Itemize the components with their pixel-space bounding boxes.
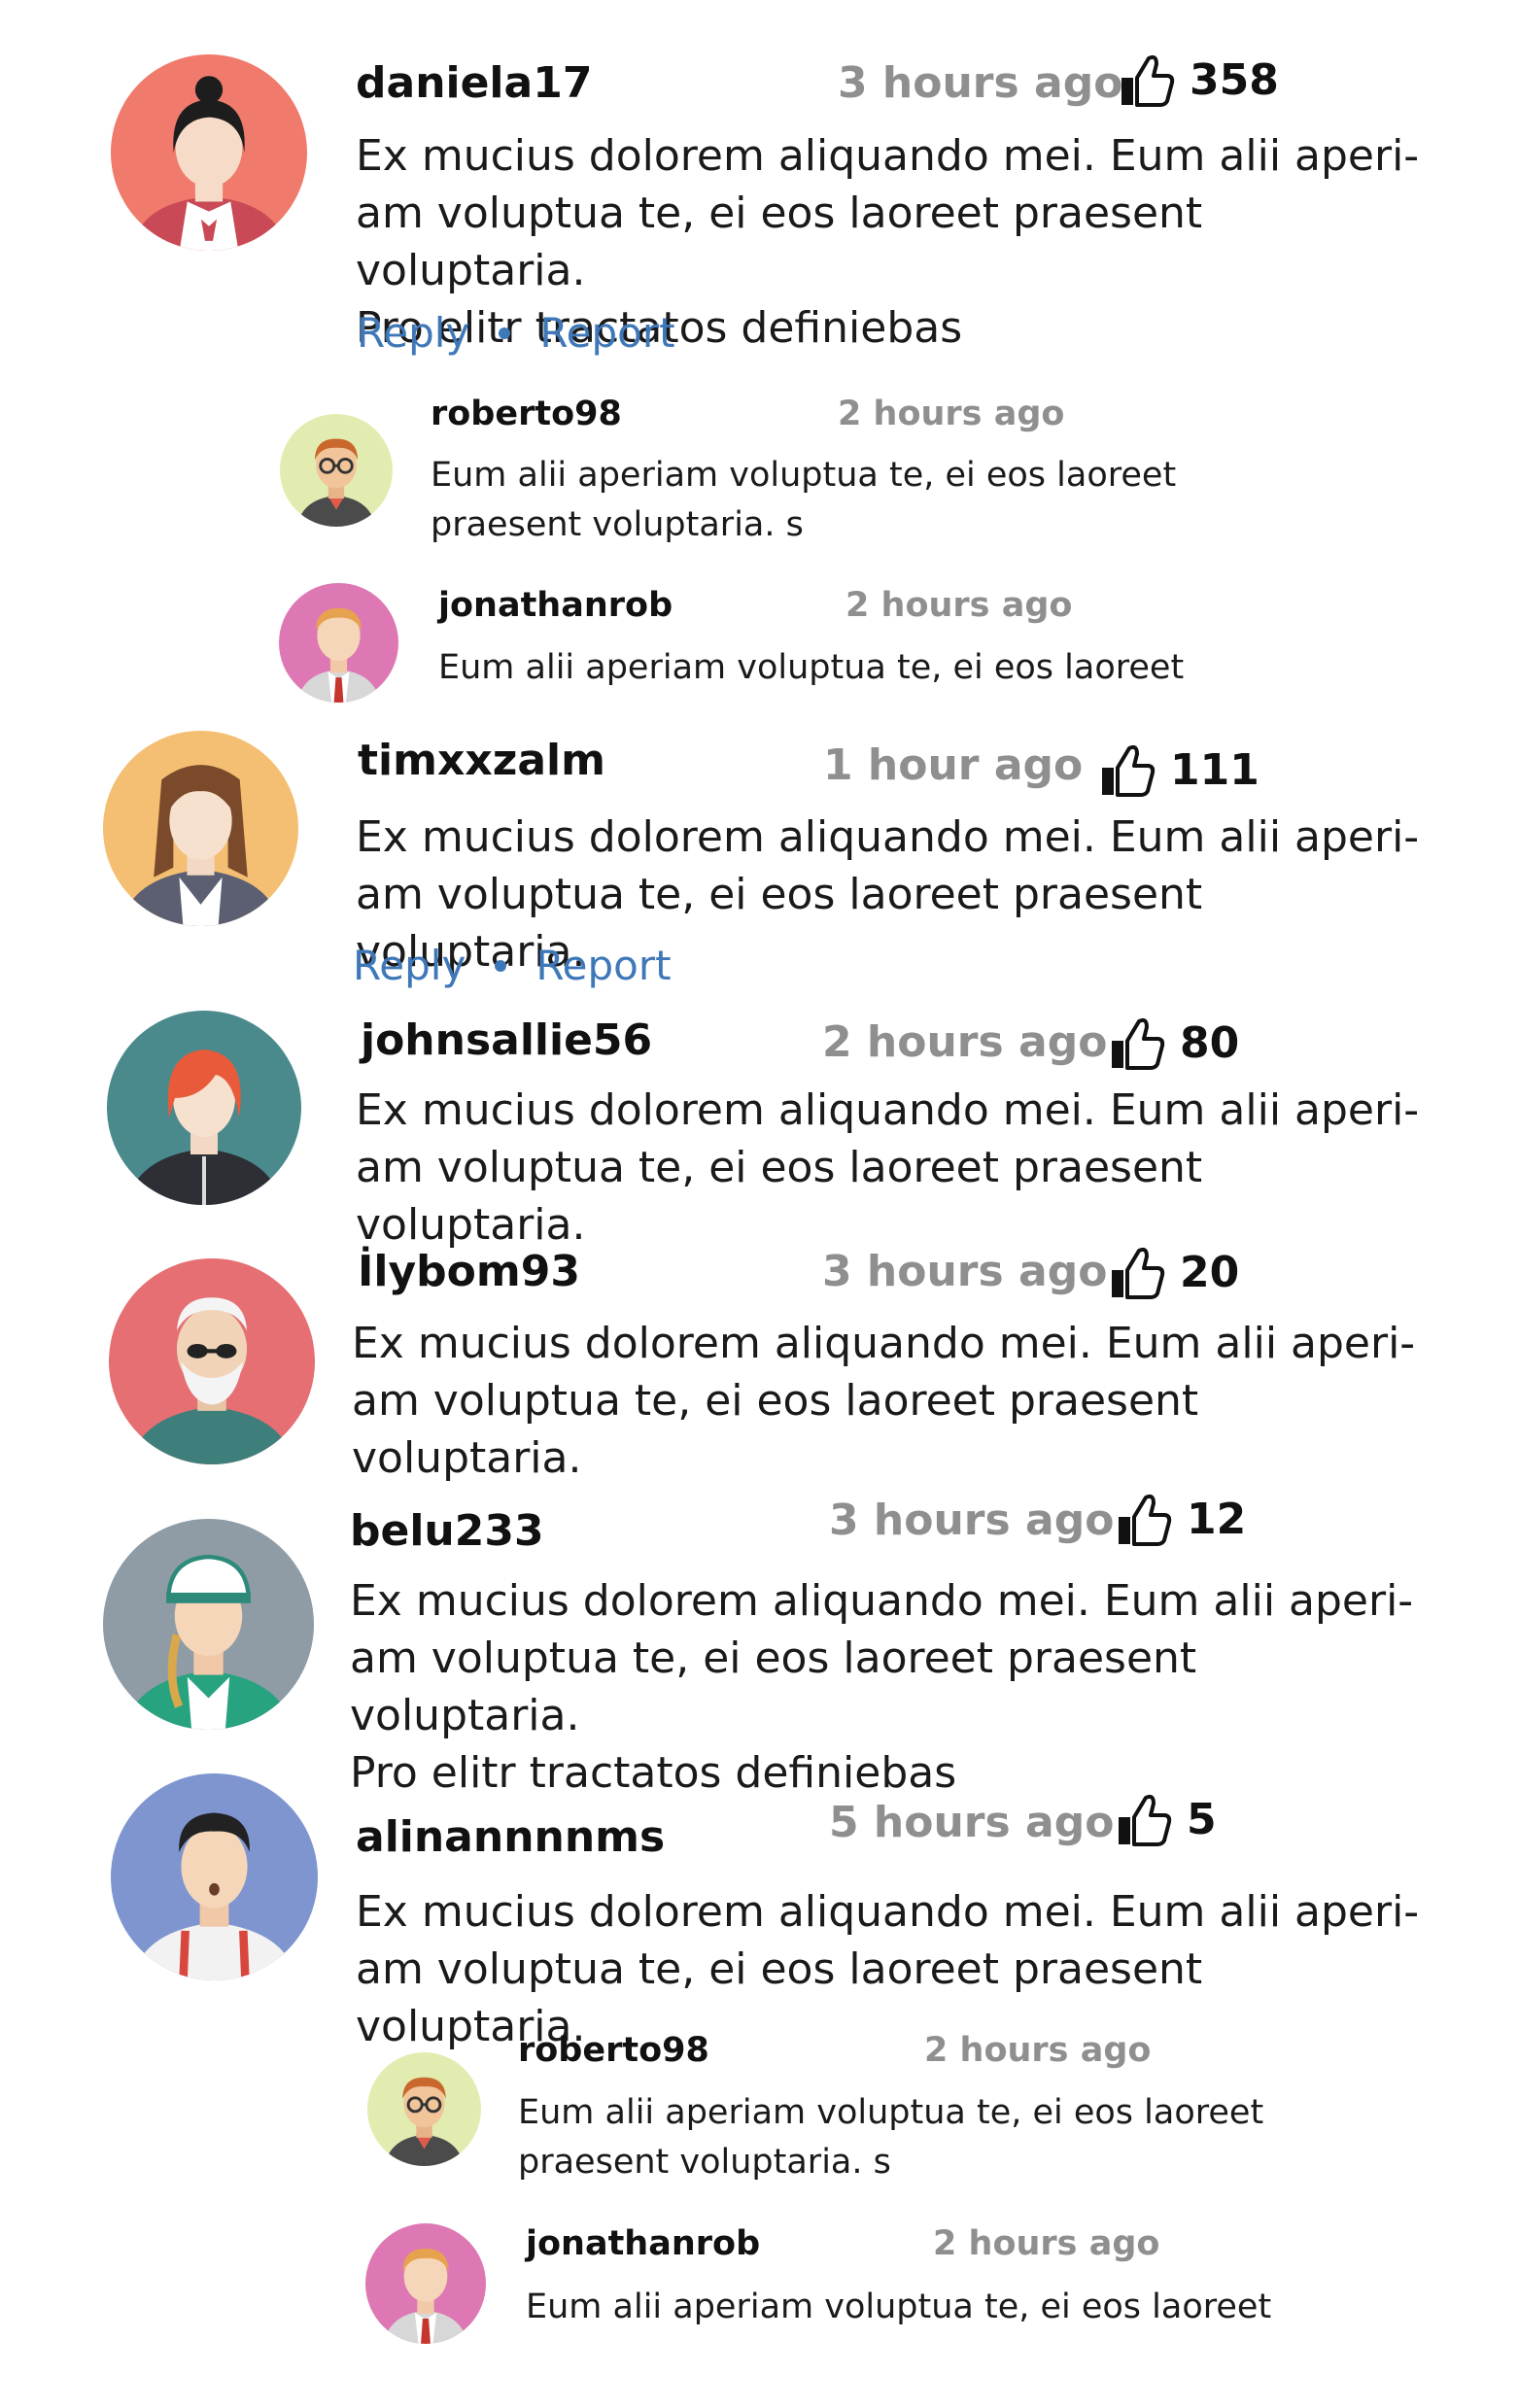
- report-link[interactable]: Report: [535, 942, 671, 989]
- like-button[interactable]: 5: [1115, 1790, 1217, 1848]
- comment-timestamp: 2 hours ago: [822, 1017, 1108, 1067]
- avatar[interactable]: [111, 1773, 318, 1980]
- reply-timestamp: 2 hours ago: [845, 586, 1073, 625]
- reply-text: Eum alii aperiam voluptua te, ei eos lao…: [431, 451, 1227, 550]
- reply-link[interactable]: Reply: [357, 309, 469, 357]
- comment-line: Ex mucius dolorem aliquando mei. Eum ali…: [356, 1085, 1420, 1135]
- report-link[interactable]: Report: [539, 309, 674, 357]
- reply-line: praesent voluptaria. s: [431, 505, 804, 544]
- comment-line: am voluptua te, ei eos laoreet praesent …: [356, 1143, 1203, 1250]
- comment-line: am voluptua te, ei eos laoreet praesent …: [356, 189, 1203, 295]
- reply-link[interactable]: Reply: [353, 942, 466, 989]
- avatar[interactable]: [111, 54, 307, 251]
- woman-long-hair-avatar-icon: [103, 731, 298, 926]
- comment-line: Ex mucius dolorem aliquando mei. Eum ali…: [350, 1576, 1414, 1626]
- man-glasses-avatar-icon: [367, 2052, 481, 2166]
- woman-avatar-icon: [111, 54, 307, 251]
- thumbs-up-icon: [1121, 54, 1175, 107]
- old-man-beard-avatar-icon: [109, 1258, 315, 1464]
- comment-username[interactable]: belu233: [350, 1506, 544, 1556]
- redhead-avatar-icon: [107, 1011, 301, 1205]
- comment-actions: Reply Report: [357, 309, 675, 357]
- thumbs-up-icon: [1119, 1494, 1172, 1546]
- avatar[interactable]: [103, 1519, 314, 1730]
- like-button[interactable]: 358: [1118, 51, 1279, 109]
- man-suspenders-avatar-icon: [111, 1773, 318, 1980]
- like-count: 358: [1190, 54, 1279, 105]
- comment-line: Ex mucius dolorem aliquando mei. Eum ali…: [356, 812, 1420, 862]
- like-button[interactable]: 12: [1115, 1490, 1246, 1548]
- like-count: 5: [1187, 1794, 1217, 1844]
- comment-timestamp: 3 hours ago: [838, 58, 1123, 108]
- comment-timestamp: 5 hours ago: [829, 1798, 1115, 1847]
- man-tie-avatar-icon: [365, 2223, 486, 2344]
- like-count: 12: [1187, 1494, 1247, 1544]
- reply-line: Eum alii aperiam voluptua te, ei eos lao…: [431, 456, 1177, 495]
- comment-line: Ex mucius dolorem aliquando mei. Eum ali…: [352, 1319, 1416, 1368]
- avatar[interactable]: [280, 414, 393, 527]
- comment-username[interactable]: daniela17: [356, 58, 592, 108]
- comment-timestamp: 1 hour ago: [823, 740, 1084, 790]
- reply-username[interactable]: jonathanrob: [438, 586, 673, 625]
- reply-timestamp: 2 hours ago: [838, 395, 1065, 433]
- like-count: 111: [1170, 744, 1259, 795]
- reply-line: praesent voluptaria. s: [518, 2143, 891, 2182]
- avatar[interactable]: [109, 1258, 315, 1464]
- thumbs-up-icon: [1119, 1794, 1172, 1846]
- comment-text: Ex mucius dolorem aliquando mei. Eum ali…: [352, 1315, 1440, 1487]
- avatar[interactable]: [365, 2223, 486, 2344]
- comment-timestamp: 3 hours ago: [822, 1247, 1108, 1296]
- reply-timestamp: 2 hours ago: [933, 2224, 1160, 2263]
- avatar[interactable]: [107, 1011, 301, 1205]
- man-glasses-avatar-icon: [280, 414, 393, 527]
- reply-timestamp: 2 hours ago: [924, 2031, 1152, 2070]
- reply-line: Eum alii aperiam voluptua te, ei eos lao…: [438, 648, 1185, 687]
- like-button[interactable]: 80: [1108, 1014, 1239, 1072]
- reply-username[interactable]: jonathanrob: [526, 2224, 760, 2263]
- comment-text: Ex mucius dolorem aliquando mei. Eum ali…: [356, 1082, 1444, 1254]
- cap-avatar-icon: [103, 1519, 314, 1730]
- thumbs-up-icon: [1112, 1017, 1165, 1070]
- like-count: 80: [1180, 1017, 1240, 1068]
- like-button[interactable]: 111: [1098, 740, 1259, 799]
- comment-line: Pro elitr tractatos definiebas: [350, 1748, 957, 1798]
- like-count: 20: [1180, 1247, 1240, 1297]
- reply-username[interactable]: roberto98: [431, 395, 622, 433]
- reply-text: Eum alii aperiam voluptua te, ei eos lao…: [526, 2283, 1323, 2332]
- comment-username[interactable]: johnsallie56: [361, 1015, 652, 1065]
- thumbs-up-icon: [1112, 1247, 1165, 1299]
- man-tie-avatar-icon: [279, 583, 398, 703]
- reply-text: Eum alii aperiam voluptua te, ei eos lao…: [518, 2088, 1315, 2187]
- avatar[interactable]: [367, 2052, 481, 2166]
- comment-text: Ex mucius dolorem aliquando mei. Eum ali…: [350, 1572, 1438, 1802]
- separator-dot: [495, 959, 507, 972]
- comment-username[interactable]: timxxzalm: [358, 736, 605, 785]
- comment-actions: Reply Report: [353, 942, 672, 989]
- like-button[interactable]: 20: [1108, 1243, 1239, 1301]
- comment-line: am voluptua te, ei eos laoreet praesent …: [352, 1376, 1199, 1483]
- thumbs-up-icon: [1102, 744, 1156, 797]
- comment-text: Ex mucius dolorem aliquando mei. Eum ali…: [356, 1883, 1444, 2055]
- avatar[interactable]: [279, 583, 398, 703]
- comment-timestamp: 3 hours ago: [829, 1496, 1115, 1545]
- comment-line: am voluptua te, ei eos laoreet praesent …: [350, 1634, 1197, 1740]
- separator-dot: [499, 327, 511, 339]
- comment-username[interactable]: İlybom93: [358, 1247, 580, 1296]
- avatar[interactable]: [103, 731, 298, 926]
- reply-line: Eum alii aperiam voluptua te, ei eos lao…: [526, 2288, 1272, 2326]
- reply-text: Eum alii aperiam voluptua te, ei eos lao…: [438, 643, 1235, 693]
- comment-line: Ex mucius dolorem aliquando mei. Eum ali…: [356, 131, 1420, 181]
- comment-username[interactable]: alinannnnms: [356, 1812, 665, 1862]
- reply-username[interactable]: roberto98: [518, 2031, 709, 2070]
- reply-line: Eum alii aperiam voluptua te, ei eos lao…: [518, 2093, 1264, 2132]
- comment-line: Ex mucius dolorem aliquando mei. Eum ali…: [356, 1887, 1420, 1937]
